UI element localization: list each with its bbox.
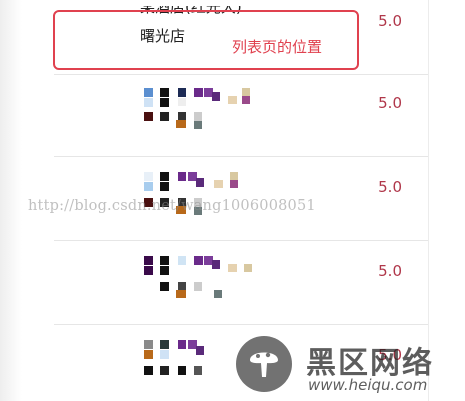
left-shadow (0, 0, 22, 401)
heiqu-logo: 黑区网络 www.heiqu.com (236, 336, 458, 396)
hotel-score: 5.0 (378, 94, 402, 112)
hotel-score: 5.0 (378, 262, 402, 280)
mushroom-icon (236, 336, 292, 392)
hotel-score: 5.0 (378, 12, 402, 30)
hotel-score: 5.0 (378, 178, 402, 196)
logo-url: www.heiqu.com (308, 376, 428, 394)
list-item[interactable]: 5.0 (54, 74, 428, 157)
annotation-label: 列表页的位置 (232, 38, 323, 56)
csdn-watermark: http://blog.csdn.net/wang1006008051 (28, 198, 316, 214)
list-item[interactable]: 5.0 (54, 240, 428, 325)
screenshot-page: 某酒店(红光大) 曙光店 5.0 5.0 5.0 5.0 5.0 列表页的位置 … (0, 0, 465, 401)
